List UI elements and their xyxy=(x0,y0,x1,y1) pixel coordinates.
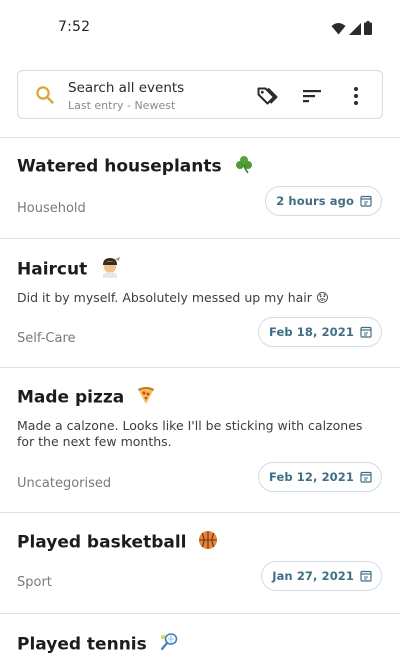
event-date: 2 hours ago xyxy=(276,194,354,208)
calendar-edit-icon xyxy=(360,192,372,211)
event-title: Played tennis xyxy=(17,634,147,655)
event-item[interactable]: Watered houseplants Household 2 hours ag… xyxy=(0,138,400,239)
calendar-edit-icon xyxy=(360,323,372,342)
event-title-row: Played tennis xyxy=(17,632,179,657)
event-item[interactable]: Played tennis xyxy=(0,614,400,660)
event-date-chip[interactable]: Jan 27, 2021 xyxy=(261,561,382,591)
battery-icon xyxy=(364,20,372,39)
event-description: Made a calzone. Looks like I'll be stick… xyxy=(17,418,363,449)
event-category: Sport xyxy=(17,575,52,590)
tag-icon[interactable] xyxy=(255,84,279,108)
status-bar: 7:52 xyxy=(0,0,400,56)
more-vert-icon[interactable] xyxy=(346,84,366,108)
sort-order-label: Last entry - Newest xyxy=(68,99,176,112)
event-date-chip[interactable]: Feb 12, 2021 xyxy=(257,462,382,492)
shamrock-icon xyxy=(234,154,254,179)
calendar-edit-icon xyxy=(360,468,372,487)
event-title: Made pizza xyxy=(17,387,125,408)
event-title: Played basketball xyxy=(17,532,187,553)
event-date: Feb 18, 2021 xyxy=(268,325,354,339)
search-bar[interactable]: Search all events Last entry - Newest xyxy=(17,70,383,119)
haircut-icon xyxy=(99,256,121,283)
event-title-row: Haircut xyxy=(17,256,121,283)
cell-signal-icon xyxy=(349,20,361,39)
sort-icon[interactable] xyxy=(301,85,323,107)
event-item[interactable]: Played basketball Sport Jan 27, 2021 xyxy=(0,513,400,614)
event-list: Watered houseplants Household 2 hours ag… xyxy=(0,138,400,660)
event-date: Feb 12, 2021 xyxy=(268,470,354,484)
event-description: Did it by myself. Absolutely messed up m… xyxy=(17,290,329,305)
tennis-icon xyxy=(159,632,179,657)
event-title-row: Watered houseplants xyxy=(17,154,254,179)
search-placeholder: Search all events xyxy=(68,80,185,96)
event-category: Self-Care xyxy=(17,331,76,346)
event-category: Household xyxy=(17,201,86,216)
calendar-edit-icon xyxy=(360,567,372,586)
wifi-icon xyxy=(331,20,346,39)
event-item[interactable]: Haircut Did it by myself. Absolutely mes… xyxy=(0,239,400,368)
event-category: Uncategorised xyxy=(17,476,112,491)
event-title-row: Made pizza xyxy=(17,385,156,410)
basketball-icon xyxy=(198,530,218,555)
event-date-chip[interactable]: Feb 18, 2021 xyxy=(257,317,382,347)
pizza-icon xyxy=(136,385,156,410)
event-date-chip[interactable]: 2 hours ago xyxy=(265,186,382,216)
event-title: Watered houseplants xyxy=(17,156,222,177)
event-item[interactable]: Made pizza Made a calzone. Looks like I'… xyxy=(0,368,400,513)
search-icon xyxy=(35,85,55,105)
status-time: 7:52 xyxy=(58,19,91,35)
event-title-row: Played basketball xyxy=(17,530,218,555)
event-title: Haircut xyxy=(17,259,88,280)
status-icons xyxy=(331,20,372,39)
event-date: Jan 27, 2021 xyxy=(272,569,354,583)
